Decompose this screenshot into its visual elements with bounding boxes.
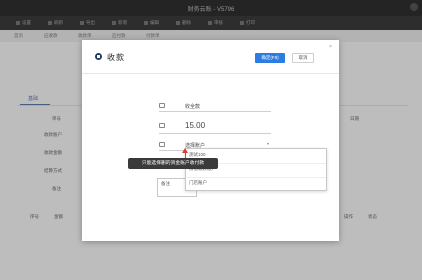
divider (186, 177, 326, 178)
close-icon[interactable]: × (329, 44, 332, 50)
account-dropdown: 测试100 微信收款账户 门店账户 (185, 148, 327, 191)
dialog-header: 收款 确定(F8) 取消 × (82, 40, 339, 74)
amount-value: 15.00 (185, 121, 206, 130)
folder-icon (159, 123, 165, 128)
memo-label: 备注 (161, 181, 170, 186)
wallet-icon (159, 142, 165, 147)
payer-field[interactable]: 收全款 (159, 101, 271, 112)
hint-tooltip: 只能选择删的资金账户收付款 (128, 158, 218, 169)
edit-icon (159, 103, 165, 108)
amount-field[interactable]: 15.00 (159, 118, 271, 134)
receipt-icon (95, 53, 102, 60)
payer-value: 收全款 (185, 104, 201, 110)
cancel-button[interactable]: 取消 (292, 53, 314, 63)
dropdown-option[interactable]: 门店账户 (189, 180, 207, 186)
confirm-button[interactable]: 确定(F8) (255, 53, 285, 63)
chevron-down-icon: ▾ (266, 141, 269, 146)
dialog-title: 收款 (107, 53, 125, 62)
receipt-dialog: 收款 确定(F8) 取消 × 收全款 15.00 选择账户 ▾ 备注 测试100… (82, 40, 339, 241)
